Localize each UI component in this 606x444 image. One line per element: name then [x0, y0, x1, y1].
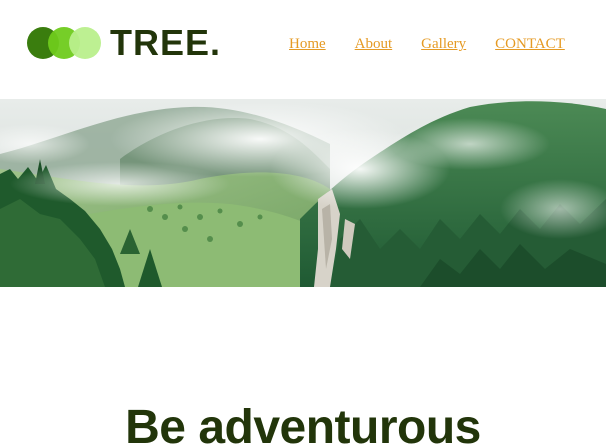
nav-link-contact[interactable]: CONTACT — [495, 36, 565, 53]
page: TREE. Home About Gallery CONTACT Be adve… — [0, 0, 606, 444]
hero-image — [0, 99, 606, 287]
forest-landscape-image — [0, 99, 606, 287]
nav-link-gallery[interactable]: Gallery — [421, 36, 466, 53]
site-header: TREE. Home About Gallery CONTACT — [0, 0, 606, 99]
nav-link-about[interactable]: About — [355, 36, 393, 53]
logo-circle-light — [69, 27, 101, 59]
brand-name: TREE. — [110, 22, 222, 63]
logo[interactable]: TREE. — [27, 25, 221, 61]
main-nav: Home About Gallery CONTACT — [289, 36, 565, 53]
page-headline: Be adventurous — [125, 401, 481, 444]
logo-circles-icon — [27, 26, 102, 60]
nav-link-home[interactable]: Home — [289, 36, 326, 53]
